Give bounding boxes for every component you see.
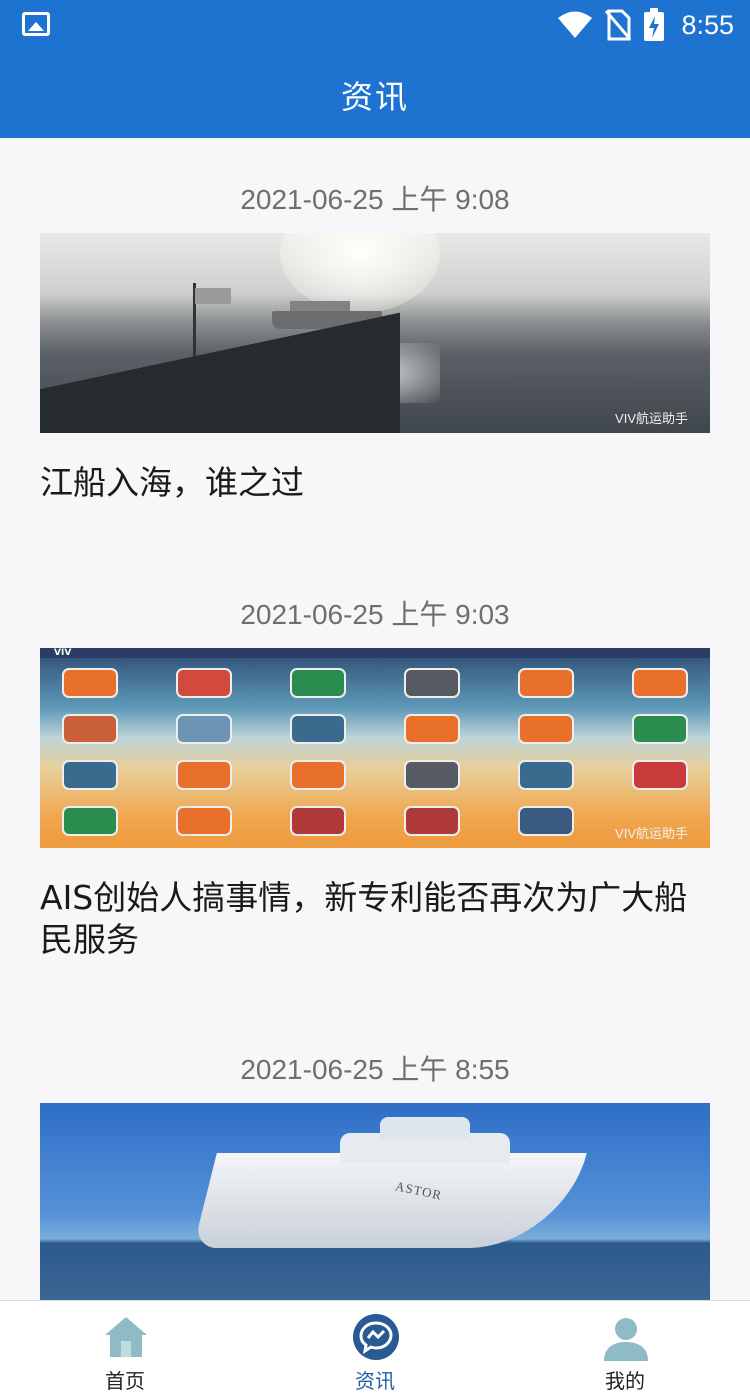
tab-profile-label: 我的 <box>605 1369 645 1393</box>
app-tile <box>518 668 574 698</box>
app-tile <box>290 806 346 836</box>
tab-news[interactable]: 资讯 <box>250 1301 500 1400</box>
app-tile <box>176 806 232 836</box>
image-icon <box>22 12 50 36</box>
app-tile <box>518 760 574 790</box>
app-tile <box>176 760 232 790</box>
app-tile <box>290 714 346 744</box>
image-watermark: VIV航运助手 <box>615 411 688 426</box>
app-tile <box>290 668 346 698</box>
app-tile <box>176 714 232 744</box>
status-time: 8:55 <box>681 9 734 40</box>
battery-charging-icon <box>644 8 665 41</box>
news-item[interactable]: 2021-06-25 上午 9:03 VIV VIV航运助手 AIS创始人搞事情… <box>40 593 710 959</box>
person-icon <box>604 1318 648 1361</box>
app-header: 8:55 资讯 <box>0 0 750 138</box>
news-title[interactable]: AIS创始人搞事情，新专利能否再次为广大船民服务 <box>40 877 710 961</box>
app-tile <box>632 760 688 790</box>
app-tile <box>404 760 460 790</box>
app-tile <box>404 714 460 744</box>
app-tile <box>62 760 118 790</box>
news-title[interactable]: 江船入海，谁之过 <box>40 462 710 504</box>
news-thumbnail[interactable]: ASTOR <box>40 1103 710 1300</box>
news-feed[interactable]: 2021-06-25 上午 9:08 VIV航运助手 江船入海，谁之过 2021… <box>0 138 750 1300</box>
app-tile <box>518 714 574 744</box>
app-tile <box>632 668 688 698</box>
status-icons: 8:55 <box>557 6 734 44</box>
app-tile <box>404 806 460 836</box>
news-thumbnail[interactable]: VIV VIV航运助手 <box>40 648 710 848</box>
wifi-icon <box>558 11 593 38</box>
page-title: 资讯 <box>340 78 409 116</box>
app-tile <box>404 668 460 698</box>
news-item[interactable]: 2021-06-25 上午 8:55 ASTOR <box>40 1048 710 1300</box>
app-tile <box>290 760 346 790</box>
tab-home-label: 首页 <box>105 1369 145 1393</box>
image-watermark: VIV航运助手 <box>615 826 688 841</box>
news-thumbnail[interactable]: VIV航运助手 <box>40 233 710 433</box>
home-icon <box>105 1317 147 1357</box>
tab-news-label: 资讯 <box>355 1369 395 1393</box>
chat-icon <box>353 1314 399 1360</box>
news-item[interactable]: 2021-06-25 上午 9:08 VIV航运助手 江船入海，谁之过 <box>40 178 710 502</box>
news-date: 2021-06-25 上午 9:03 <box>240 599 510 630</box>
news-date: 2021-06-25 上午 8:55 <box>240 1054 510 1085</box>
tab-home[interactable]: 首页 <box>0 1301 250 1400</box>
app-tile <box>176 668 232 698</box>
app-tile <box>62 714 118 744</box>
status-bar: 8:55 <box>0 0 750 50</box>
bottom-navigation: 首页 资讯 我的 <box>0 1300 750 1400</box>
tab-profile[interactable]: 我的 <box>500 1301 750 1400</box>
no-sim-icon <box>605 9 632 41</box>
app-tile <box>62 668 118 698</box>
news-date: 2021-06-25 上午 9:08 <box>240 184 510 215</box>
app-tile <box>632 714 688 744</box>
app-tile <box>518 806 574 836</box>
app-tile <box>62 806 118 836</box>
